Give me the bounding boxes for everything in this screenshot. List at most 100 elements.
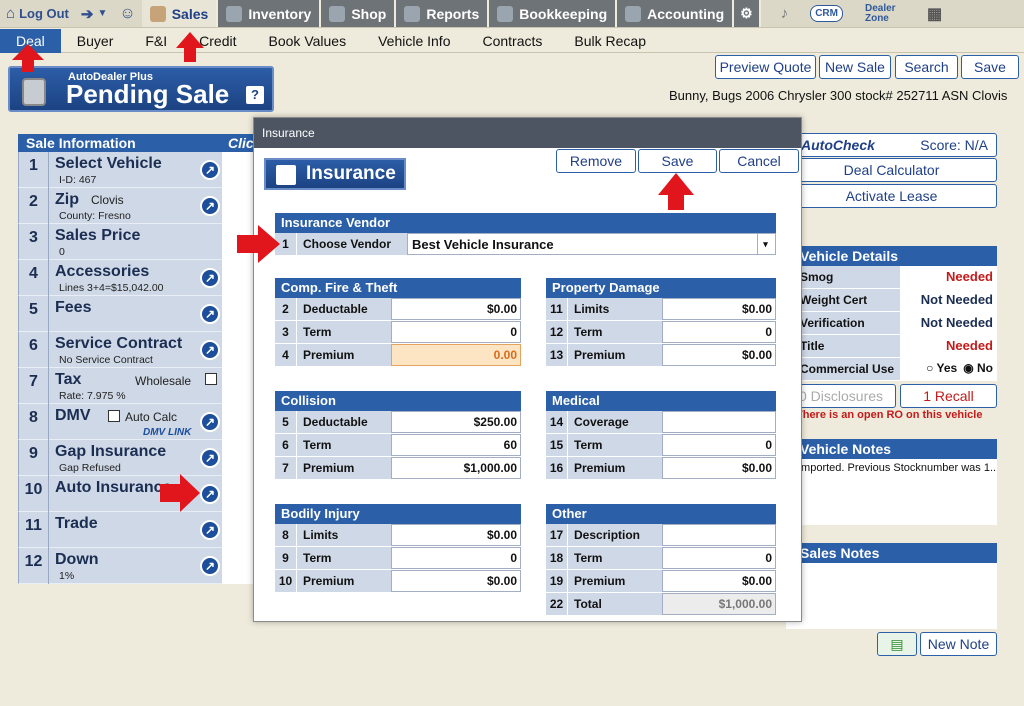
go-arrow-icon[interactable]: ↗ — [200, 520, 220, 540]
insurance-cancel-button[interactable]: Cancel — [719, 149, 799, 173]
insurance-vendor-section: Insurance Vendor 1 Choose Vendor Best Ve… — [275, 213, 776, 256]
chevron-down-icon[interactable]: ▼ — [97, 8, 107, 19]
go-arrow-icon[interactable]: ↗ — [200, 268, 220, 288]
back-arrow-icon[interactable]: ➔ — [81, 5, 94, 23]
sale-row-select-vehicle[interactable]: 1 Select Vehicle I-D: 467 ↗ — [18, 152, 254, 188]
collision-deductable-input[interactable]: $250.00 — [391, 411, 521, 433]
property-limits-row: 11 Limits $0.00 — [546, 298, 776, 321]
comp-premium-input[interactable]: 0.00 — [391, 344, 521, 366]
insurance-save-button[interactable]: Save — [638, 149, 717, 173]
wholesale-checkbox[interactable] — [205, 373, 217, 385]
preview-quote-button[interactable]: Preview Quote — [715, 55, 816, 79]
sale-row-tax[interactable]: 7 Tax Rate: 7.975 % Wholesale — [18, 368, 254, 404]
disclosures-button[interactable]: 0 Disclosures — [786, 384, 896, 408]
sale-row-zip[interactable]: 2 Zip County: Fresno Clovis ↗ — [18, 188, 254, 224]
sale-row-auto-insurance[interactable]: 10 Auto Insurance ↗ — [18, 476, 254, 512]
medical-premium-input[interactable]: $0.00 — [662, 457, 776, 479]
sale-row-down[interactable]: 12 Down 1% ↗ — [18, 548, 254, 584]
go-arrow-icon[interactable]: ↗ — [200, 448, 220, 468]
subnav-contracts[interactable]: Contracts — [466, 29, 558, 53]
subnav-buyer[interactable]: Buyer — [61, 29, 130, 53]
subnav-vehicle-info[interactable]: Vehicle Info — [362, 29, 466, 53]
collision-term-input[interactable]: 60 — [391, 434, 521, 456]
sale-row-dmv[interactable]: 8 DMV Auto Calc DMV LINK ↗ — [18, 404, 254, 440]
go-arrow-icon[interactable]: ↗ — [200, 556, 220, 576]
sale-row-accessories[interactable]: 4 Accessories Lines 3+4=$15,042.00 ↗ — [18, 260, 254, 296]
sale-row-fees[interactable]: 5 Fees ↗ — [18, 296, 254, 332]
vendor-select[interactable]: Best Vehicle Insurance ▾ — [407, 233, 776, 255]
vehicle-detail-weight-cert: Weight Cert Not Needed — [786, 289, 997, 312]
tab-bookkeeping[interactable]: Bookkeeping — [489, 0, 618, 27]
property-premium-input[interactable]: $0.00 — [662, 344, 776, 366]
remove-button[interactable]: Remove — [556, 149, 636, 173]
comp-term-input[interactable]: 0 — [391, 321, 521, 343]
collision-premium-input[interactable]: $1,000.00 — [391, 457, 521, 479]
other-term-row: 18 Term 0 — [546, 547, 776, 570]
recall-button[interactable]: 1 Recall — [900, 384, 997, 408]
help-icon[interactable]: ? — [246, 86, 264, 104]
bodily-premium-input[interactable]: $0.00 — [391, 570, 521, 592]
comp-term-row: 3 Term 0 — [275, 321, 521, 344]
comp-deductable-input[interactable]: $0.00 — [391, 298, 521, 320]
bodily-term-input[interactable]: 0 — [391, 547, 521, 569]
tab-shop[interactable]: Shop — [321, 0, 397, 27]
notification-bell-icon[interactable]: ♪ — [781, 5, 789, 22]
sale-row-service-contract[interactable]: 6 Service Contract No Service Contract ↗ — [18, 332, 254, 368]
tab-sales[interactable]: Sales — [141, 0, 219, 27]
settings-gear-icon[interactable]: ⚙ — [734, 0, 761, 27]
user-avatar-icon[interactable]: ☺ — [113, 0, 141, 27]
medical-term-input[interactable]: 0 — [662, 434, 776, 456]
spreadsheet-icon[interactable]: ▤ — [877, 632, 917, 656]
autocheck-button[interactable]: AutoCheck Score: N/A — [786, 133, 997, 157]
subnav-bulk-recap[interactable]: Bulk Recap — [558, 29, 662, 53]
go-arrow-icon[interactable]: ↗ — [200, 340, 220, 360]
other-description-row: 17 Description — [546, 524, 776, 547]
commercial-use-no-radio[interactable]: ◉ No — [963, 361, 993, 380]
dealer-zone-link[interactable]: Dealer Zone — [865, 3, 905, 24]
bodily-limits-input[interactable]: $0.00 — [391, 524, 521, 546]
collision-term-row: 6 Term 60 — [275, 434, 521, 457]
subnav-f-i[interactable]: F&I — [129, 29, 183, 53]
logout-link[interactable]: ⌂ Log Out — [0, 0, 75, 27]
other-premium-input[interactable]: $0.00 — [662, 570, 776, 592]
dropdown-icon[interactable]: ▾ — [757, 234, 773, 255]
tab-inventory[interactable]: Inventory — [218, 0, 322, 27]
go-arrow-icon[interactable]: ↗ — [200, 160, 220, 180]
vehicle-detail-verification: Verification Not Needed — [786, 312, 997, 335]
deal-calculator-button[interactable]: Deal Calculator — [786, 158, 997, 182]
other-description-input[interactable] — [662, 524, 776, 546]
vehicle-details-panel: Vehicle Details Smog Needed Weight Cert Not… — [786, 246, 997, 381]
tab-accounting[interactable]: Accounting — [617, 0, 735, 27]
tab-reports[interactable]: Reports — [396, 0, 490, 27]
bodily-section: Bodily Injury 8 Limits $0.00 9 Term 0 10 Premium… — [275, 504, 521, 593]
property-limits-input[interactable]: $0.00 — [662, 298, 776, 320]
sale-row-trade[interactable]: 11 Trade ↗ — [18, 512, 254, 548]
comp-section: Comp. Fire & Theft 2 Deductable $0.00 3 Term 0… — [275, 278, 521, 367]
search-button[interactable]: Search — [895, 55, 958, 79]
open-ro-warning: There is an open RO on this vehicle — [796, 409, 983, 421]
new-sale-button[interactable]: New Sale — [819, 55, 891, 79]
sale-row-gap-insurance[interactable]: 9 Gap Insurance Gap Refused ↗ — [18, 440, 254, 476]
other-term-input[interactable]: 0 — [662, 547, 776, 569]
go-arrow-icon[interactable]: ↗ — [200, 196, 220, 216]
subnav-book-values[interactable]: Book Values — [253, 29, 363, 53]
auto-calc-checkbox[interactable] — [108, 410, 120, 422]
go-arrow-icon[interactable]: ↗ — [200, 412, 220, 432]
property-term-input[interactable]: 0 — [662, 321, 776, 343]
salesperson-icon — [149, 5, 166, 22]
crm-button[interactable]: CRM — [810, 5, 843, 22]
go-arrow-icon[interactable]: ↗ — [200, 484, 220, 504]
commercial-use-yes-radio[interactable]: ○ Yes — [926, 361, 957, 380]
sale-row-sales-price[interactable]: 3 Sales Price 0 — [18, 224, 254, 260]
save-button[interactable]: Save — [961, 55, 1019, 79]
sales-notes-area[interactable] — [786, 563, 997, 629]
calculator-icon[interactable]: ▦ — [927, 4, 942, 24]
history-nav[interactable]: ➔ ▼ — [75, 0, 113, 27]
activate-lease-button[interactable]: Activate Lease — [786, 184, 997, 208]
dmv-link-logo: DMV LINK — [143, 427, 192, 438]
subnav-deal[interactable]: Deal — [0, 28, 61, 53]
new-note-button[interactable]: New Note — [920, 632, 997, 656]
go-arrow-icon[interactable]: ↗ — [200, 304, 220, 324]
subnav-credit[interactable]: Credit — [183, 29, 252, 53]
medical-coverage-input[interactable] — [662, 411, 776, 433]
